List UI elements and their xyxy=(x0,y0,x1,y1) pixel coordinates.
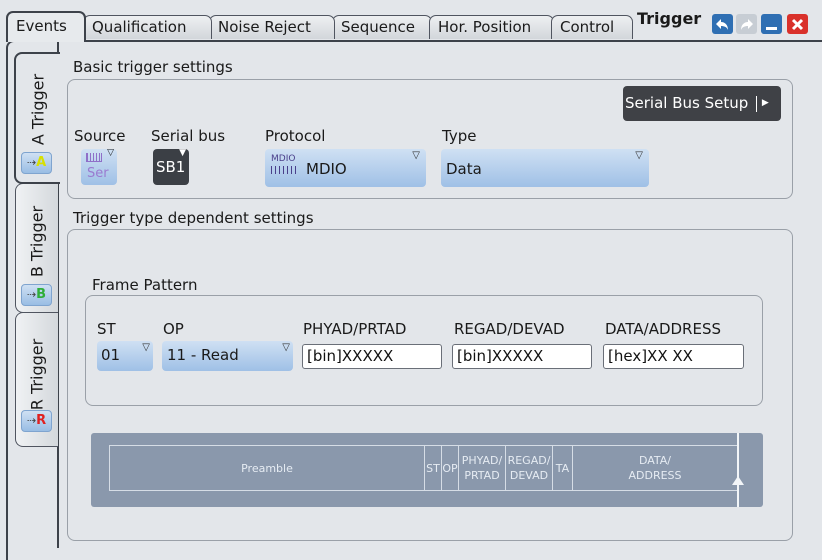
serial-bus-value: SB1 xyxy=(156,158,186,176)
tab-events-label: Events xyxy=(16,17,67,35)
data-address-input[interactable]: [hex]XX XX xyxy=(603,344,744,369)
basic-settings-title: Basic trigger settings xyxy=(73,58,233,76)
op-dropdown-arrow: ▽ xyxy=(282,342,290,353)
diagram-preamble-label: Preamble xyxy=(241,461,293,475)
diagram-data: DATA/ADDRESS xyxy=(572,445,738,491)
serial-bus-label: Serial bus xyxy=(151,127,226,145)
diagram-preamble: Preamble xyxy=(109,445,424,491)
trigger-position-marker xyxy=(737,433,739,507)
st-select[interactable]: 01 ▽ xyxy=(97,341,153,371)
side-tab-b-trigger[interactable]: B Trigger ⇢B xyxy=(15,183,58,313)
protocol-dropdown-arrow: ▽ xyxy=(412,150,420,161)
serial-bus-setup-label: Serial Bus Setup xyxy=(625,94,749,112)
dialog-tab-bar: Sequence Hor. Position Control Noise Rej… xyxy=(0,0,822,42)
b-trigger-icon: ⇢B xyxy=(21,284,52,306)
diagram-regad-label-2: DEVAD xyxy=(509,469,549,482)
diagram-phyad-label-1: PHYAD/ xyxy=(461,454,503,467)
serial-wave-icon xyxy=(86,153,102,162)
tab-qualification[interactable]: Qualification xyxy=(83,15,212,39)
tab-sequence-label: Sequence xyxy=(341,18,415,36)
type-dropdown-arrow: ▽ xyxy=(635,150,643,161)
tab-control[interactable]: Control xyxy=(551,15,633,39)
source-select[interactable]: ▽ Ser xyxy=(81,148,117,185)
side-tab-b-label: B Trigger xyxy=(27,205,47,278)
data-address-label: DATA/ADDRESS xyxy=(605,320,722,338)
b-trigger-letter: B xyxy=(36,287,47,302)
protocol-label: Protocol xyxy=(265,127,326,145)
st-dropdown-arrow: ▽ xyxy=(142,342,150,353)
source-value: Ser xyxy=(87,166,109,181)
tab-control-label: Control xyxy=(560,18,615,36)
side-tab-r-trigger[interactable]: R Trigger ⇢R xyxy=(15,312,58,447)
diagram-op-label: OP xyxy=(442,461,458,475)
side-tab-r-label: R Trigger xyxy=(27,338,47,411)
tab-noise-reject-label: Noise Reject xyxy=(218,18,311,36)
type-select[interactable]: Data ▽ xyxy=(441,149,649,187)
serial-bus-dropdown-arrow: ▼ xyxy=(179,148,186,158)
diagram-regad: REGAD/DEVAD xyxy=(505,445,552,491)
redo-button[interactable] xyxy=(736,14,757,34)
op-select[interactable]: 11 - Read ▽ xyxy=(162,341,293,371)
type-value: Data xyxy=(446,160,482,178)
tab-hor-position[interactable]: Hor. Position xyxy=(429,15,554,39)
op-value: 11 - Read xyxy=(167,346,239,364)
protocol-value: MDIO xyxy=(306,160,347,178)
diagram-st-label: ST xyxy=(426,461,440,475)
close-icon xyxy=(791,18,804,30)
regad-label: REGAD/DEVAD xyxy=(454,320,565,338)
a-trigger-letter: A xyxy=(36,155,47,170)
serial-bus-setup-button[interactable]: Serial Bus Setup ▶ xyxy=(623,86,781,121)
tab-noise-reject[interactable]: Noise Reject xyxy=(209,15,335,39)
dependent-settings-title: Trigger type dependent settings xyxy=(73,209,314,227)
phyad-input[interactable]: [bin]XXXXX xyxy=(302,344,442,369)
frame-pattern-title: Frame Pattern xyxy=(92,276,198,294)
dialog-title: Trigger xyxy=(637,9,702,28)
diagram-data-label-2: ADDRESS xyxy=(628,469,682,482)
tab-hor-position-label: Hor. Position xyxy=(438,18,532,36)
tab-events[interactable]: Events xyxy=(6,11,86,42)
diagram-st: ST xyxy=(424,445,441,491)
st-value: 01 xyxy=(101,346,121,364)
side-tab-a-label: A Trigger xyxy=(28,73,48,146)
side-tab-a-trigger[interactable]: A Trigger ⇢A xyxy=(14,52,60,184)
diagram-regad-label-1: REGAD/ xyxy=(507,454,551,467)
diagram-phyad-label-2: PRTAD xyxy=(464,469,500,482)
regad-input[interactable]: [bin]XXXXX xyxy=(452,344,592,369)
undo-icon xyxy=(716,18,728,30)
mdio-protocol-icon: MDIO xyxy=(271,154,299,180)
diagram-data-label-1: DATA/ xyxy=(638,454,672,467)
source-dropdown-arrow: ▽ xyxy=(107,148,114,158)
r-trigger-letter: R xyxy=(36,413,47,428)
close-button[interactable] xyxy=(787,14,808,34)
a-trigger-icon: ⇢A xyxy=(21,152,52,174)
protocol-select[interactable]: MDIO MDIO ▽ xyxy=(265,149,426,187)
mdio-frame-diagram: Preamble ST OP PHYAD/PRTAD REGAD/DEVAD T… xyxy=(91,433,763,507)
op-label: OP xyxy=(163,320,184,338)
diagram-op: OP xyxy=(441,445,458,491)
st-label: ST xyxy=(97,320,116,338)
r-trigger-icon: ⇢R xyxy=(21,410,52,432)
source-label: Source xyxy=(74,127,126,145)
diagram-ta: TA xyxy=(552,445,572,491)
tab-qualification-label: Qualification xyxy=(92,18,187,36)
phyad-label: PHYAD/PRTAD xyxy=(303,320,407,338)
diagram-phyad: PHYAD/PRTAD xyxy=(458,445,505,491)
arrow-right-icon: ▶ xyxy=(761,98,769,108)
undo-button[interactable] xyxy=(712,14,733,34)
serial-bus-select[interactable]: SB1 ▼ xyxy=(153,148,189,185)
minimize-icon xyxy=(766,26,777,30)
tab-sequence[interactable]: Sequence xyxy=(332,15,432,39)
diagram-ta-label: TA xyxy=(555,461,570,475)
redo-icon xyxy=(741,18,753,30)
trigger-marker-icon xyxy=(732,476,744,485)
type-label: Type xyxy=(442,127,477,145)
mdio-icon-text: MDIO xyxy=(271,154,296,164)
minimize-button[interactable] xyxy=(761,14,782,34)
